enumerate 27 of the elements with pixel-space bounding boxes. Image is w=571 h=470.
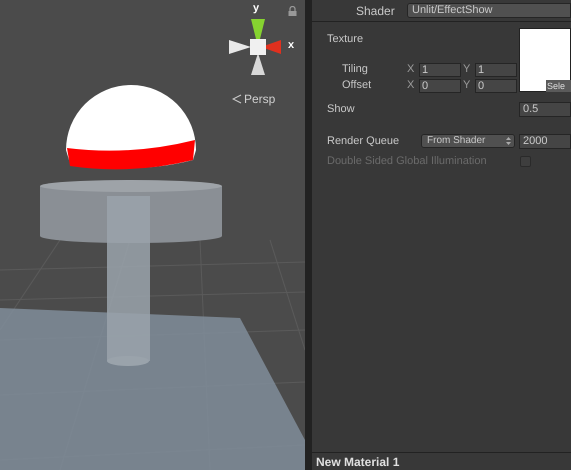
shader-label: Shader <box>355 2 396 20</box>
show-label: Show <box>326 102 356 117</box>
select-button[interactable]: Sele <box>546 80 571 92</box>
stepper-arrows-icon <box>506 137 511 145</box>
y-axis-label: y <box>253 3 260 14</box>
lock-icon[interactable] <box>288 6 297 16</box>
texture-label: Texture <box>327 32 364 47</box>
show-value-field[interactable]: 0.5 <box>519 102 571 116</box>
shader-dropdown[interactable]: Unlit/EffectShow <box>407 3 571 18</box>
x-value-field[interactable]: 0 <box>419 78 461 92</box>
render-queue-dropdown[interactable]: From Shader <box>421 134 515 148</box>
material-name: New Material 1 <box>316 455 400 469</box>
y-value-field[interactable]: 1 <box>475 62 517 76</box>
projection-label[interactable]: Persp <box>244 90 276 108</box>
x-axis-label: X <box>407 78 416 94</box>
x-axis-label: X <box>407 62 416 78</box>
y-axis-label: Y <box>463 78 472 94</box>
x-value-field[interactable]: 1 <box>419 62 461 76</box>
y-value-field[interactable]: 0 <box>475 78 517 92</box>
render-queue-field[interactable]: 2000 <box>519 134 571 148</box>
y-axis-label: Y <box>463 62 472 78</box>
offset-tiling-label: Tiling <box>342 62 369 78</box>
perspective-icon <box>232 94 242 104</box>
x-axis-label: x <box>288 40 294 51</box>
render-queue-label: Render Queue <box>326 134 400 149</box>
offset-tiling-label: Offset <box>342 78 372 94</box>
texture-thumbnail[interactable] <box>519 28 571 92</box>
